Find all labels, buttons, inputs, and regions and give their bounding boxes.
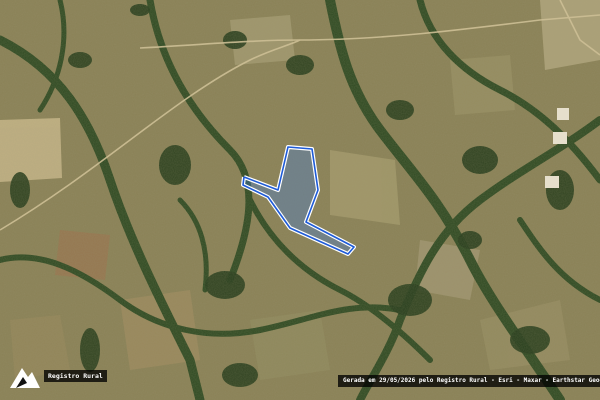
- mountain-logo-icon: [10, 368, 40, 388]
- brand-name: Registro Rural: [44, 370, 107, 382]
- satellite-basemap: [0, 0, 600, 400]
- map-attribution: Gerada em 29/05/2026 pelo Registro Rural…: [338, 375, 600, 387]
- satellite-map[interactable]: Registro Rural Gerada em 29/05/2026 pelo…: [0, 0, 600, 400]
